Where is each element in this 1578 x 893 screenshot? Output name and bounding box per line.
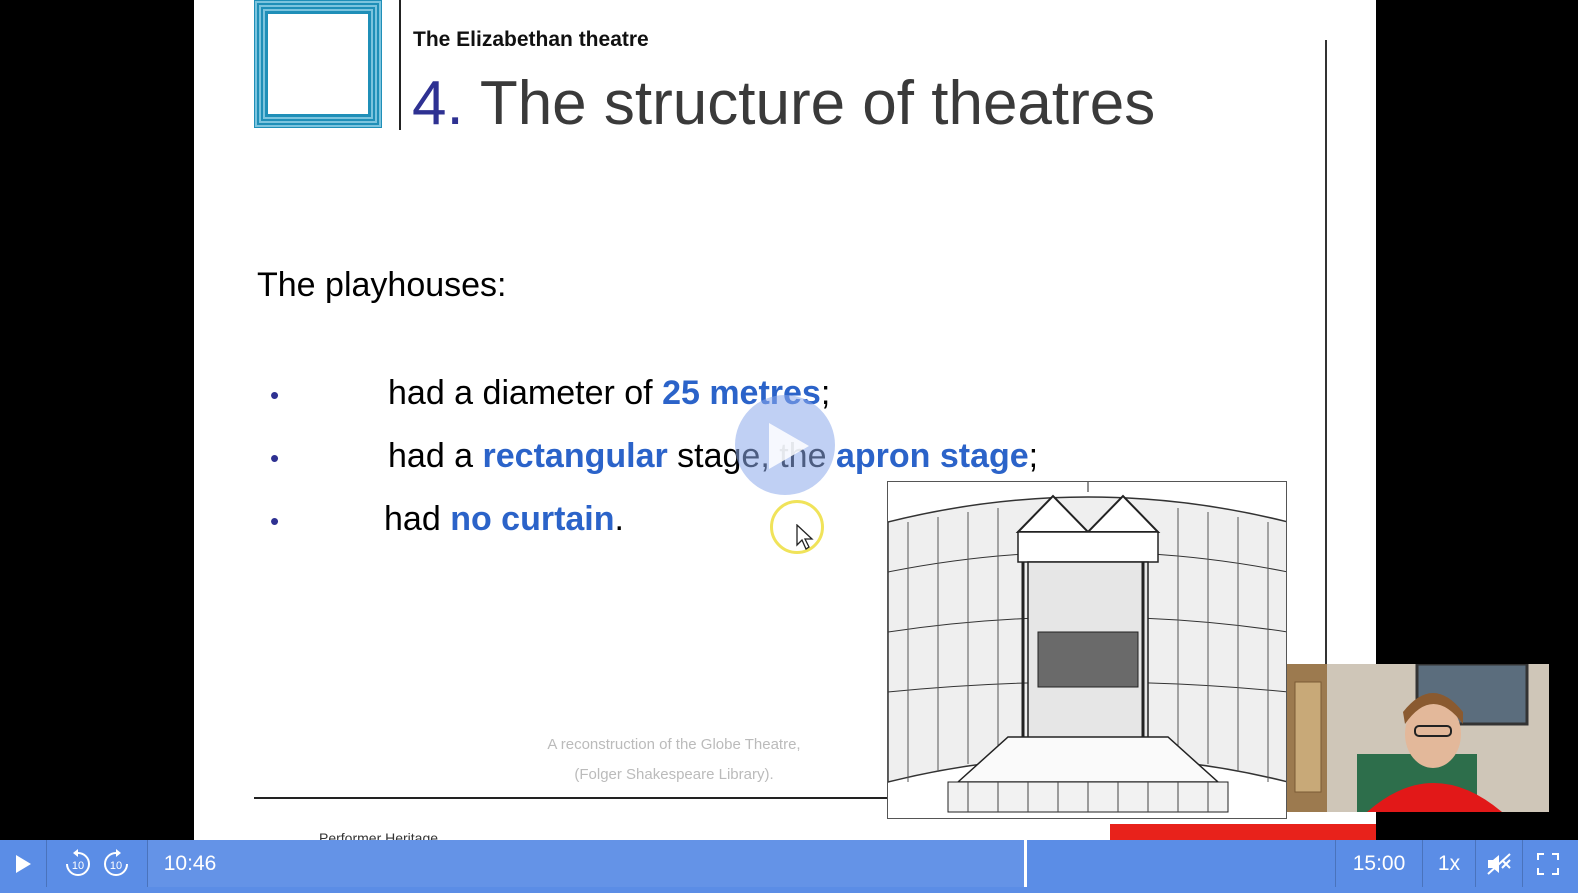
header-divider	[399, 0, 401, 130]
bullet-dot: •	[270, 442, 280, 473]
fullscreen-icon	[1537, 852, 1559, 875]
progress-handle[interactable]	[1024, 840, 1027, 887]
player-controls: 10 10 10:46 15:00 1x	[0, 840, 1578, 893]
fullscreen-button[interactable]	[1523, 840, 1573, 887]
globe-theatre-drawing	[887, 481, 1287, 819]
image-caption: A reconstruction of the Globe Theatre, (…	[547, 736, 801, 783]
mute-button[interactable]	[1476, 840, 1522, 887]
logo	[254, 0, 382, 128]
play-icon	[16, 854, 31, 873]
slide-title: 4. The structure of theatres	[412, 69, 1156, 138]
mute-icon	[1487, 852, 1511, 875]
rewind-10-button[interactable]: 10	[60, 840, 96, 887]
bullet-dot: •	[270, 505, 280, 536]
center-play-button[interactable]	[735, 395, 835, 495]
footer-divider	[254, 797, 894, 799]
svg-text:10: 10	[72, 860, 84, 872]
rewind-10-icon: 10	[66, 848, 90, 876]
forward-10-icon: 10	[104, 848, 128, 876]
slide-supertitle: The Elizabethan theatre	[413, 28, 649, 51]
bullet-dot: •	[270, 379, 280, 410]
speed-button[interactable]: 1x	[1423, 840, 1475, 887]
bullet-item: • had no curtain.	[270, 500, 624, 538]
forward-10-button[interactable]: 10	[98, 840, 134, 887]
progress-played	[148, 840, 1024, 887]
play-icon	[769, 423, 809, 469]
play-button[interactable]	[0, 840, 46, 887]
intro-text: The playhouses:	[257, 266, 507, 304]
brand-bar	[1110, 824, 1376, 840]
footer-text: Performer Heritage	[319, 830, 439, 840]
current-time: 10:46	[163, 851, 217, 875]
svg-text:10: 10	[110, 860, 122, 872]
bullet-item: •had a rectangular stage, the apron stag…	[270, 437, 1039, 475]
presenter-webcam	[1287, 664, 1549, 812]
cursor-icon	[796, 524, 814, 550]
bullet-item: • had a diameter of 25 metres;	[270, 374, 831, 412]
duration: 15:00	[1352, 851, 1406, 875]
